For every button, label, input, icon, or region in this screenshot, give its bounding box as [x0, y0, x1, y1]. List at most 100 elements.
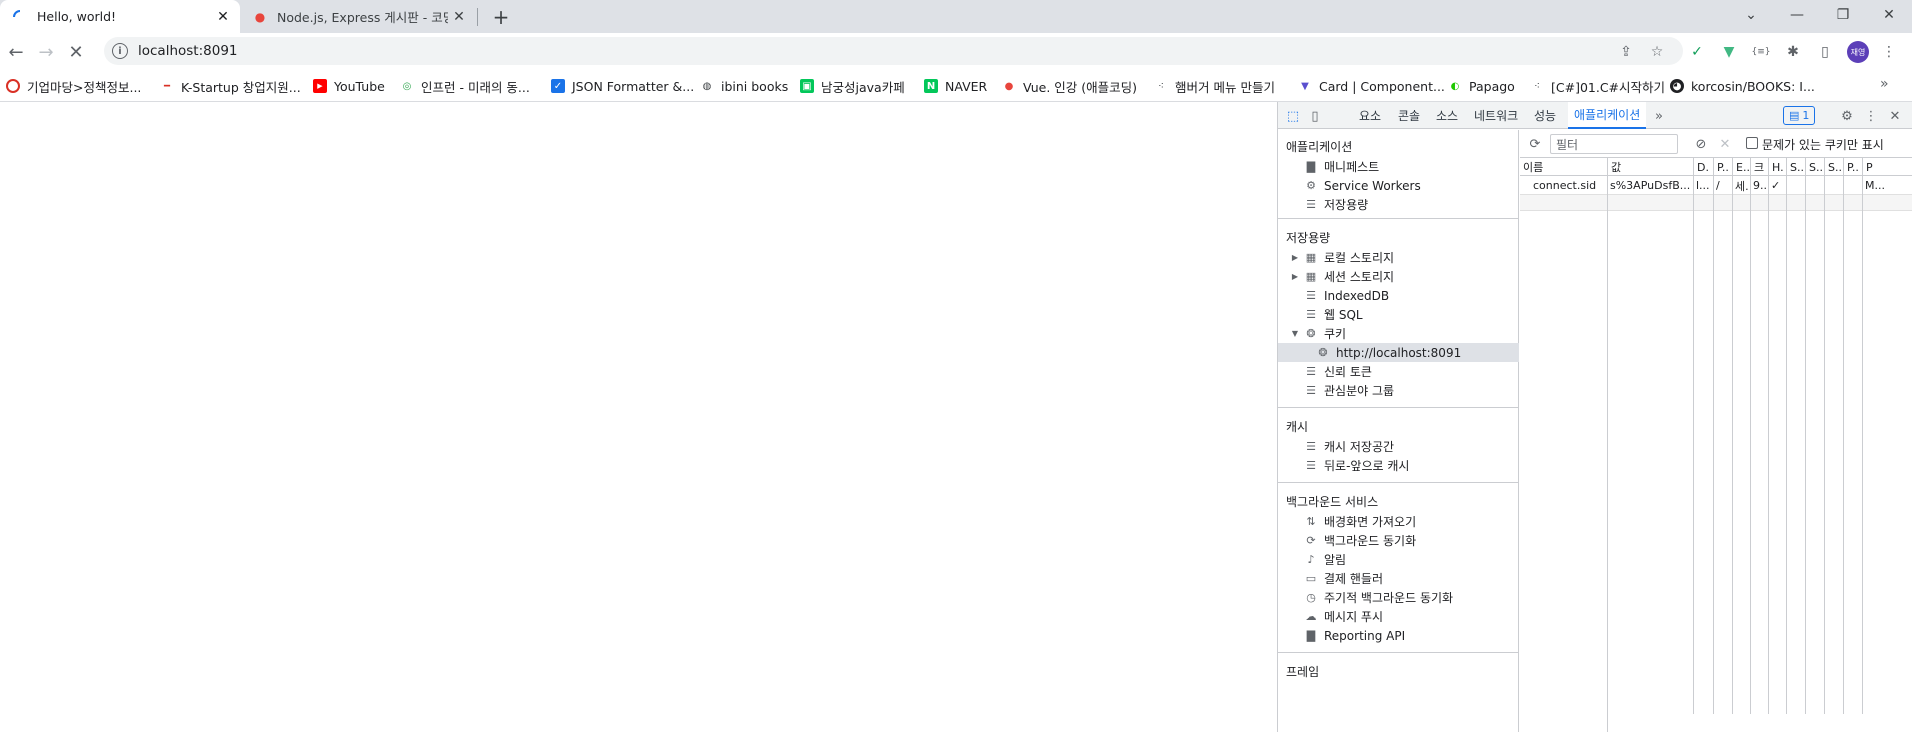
table-row[interactable]: connect.sid s%3APuDsfB... l... / 세. 9...… [1520, 176, 1912, 195]
sidebar-item-periodic-sync[interactable]: ◷ 주기적 백그라운드 동기화 [1278, 588, 1519, 607]
refresh-icon[interactable]: ⟳ [1526, 135, 1544, 153]
column-header[interactable]: 이름 [1520, 158, 1607, 176]
devtools-tab-network[interactable]: 네트워크 [1474, 102, 1518, 129]
devtools-menu-icon[interactable]: ⋮ [1862, 107, 1880, 125]
database-icon: ☰ [1306, 198, 1316, 211]
divider [1278, 218, 1519, 219]
column-divider [1693, 158, 1694, 714]
column-header[interactable]: P [1862, 158, 1912, 176]
close-devtools-icon[interactable]: ✕ [1886, 107, 1904, 125]
bookmark-star-icon[interactable]: ☆ [1646, 41, 1668, 63]
column-header[interactable]: H. [1768, 158, 1786, 176]
bookmark-item[interactable]: N NAVER [924, 76, 987, 96]
column-header[interactable]: S.. [1805, 158, 1824, 176]
more-tabs-chevron-icon[interactable]: » [1650, 107, 1668, 125]
minimize-button[interactable]: — [1774, 0, 1820, 30]
extension-vuetify-icon[interactable]: ✓ [1686, 41, 1708, 63]
sidebar-item-background-sync[interactable]: ⟳ 백그라운드 동기화 [1278, 531, 1519, 550]
share-icon[interactable]: ⇪ [1615, 41, 1637, 63]
expand-arrow-icon[interactable]: ▶ [1290, 253, 1300, 262]
extensions-puzzle-icon[interactable]: ✱ [1782, 41, 1804, 63]
devtools-tab-performance[interactable]: 성능 [1534, 102, 1556, 129]
window-close-button[interactable]: ✕ [1866, 0, 1912, 30]
new-tab-button[interactable]: + [488, 4, 514, 30]
bookmark-item[interactable]: ● Vue. 인강 (애플코딩) [1002, 76, 1137, 96]
sidebar-item-bfcache[interactable]: ☰ 뒤로-앞으로 캐시 [1278, 456, 1519, 475]
sidebar-item-interest-groups[interactable]: ☰ 관심분야 그룹 [1278, 381, 1519, 400]
collapse-arrow-icon[interactable]: ▼ [1290, 329, 1300, 338]
column-header[interactable]: D. [1693, 158, 1713, 176]
bookmark-item[interactable]: ▼ Card | Component... [1298, 76, 1445, 96]
sidebar-item-trust-tokens[interactable]: ☰ 신뢰 토큰 [1278, 362, 1519, 381]
column-header[interactable]: S.. [1786, 158, 1805, 176]
inspect-element-icon[interactable]: ⬚ [1284, 107, 1302, 125]
close-tab-icon[interactable]: ✕ [212, 6, 234, 28]
tab-search-chevron-icon[interactable]: ⌄ [1728, 0, 1774, 30]
bookmarks-overflow-icon[interactable]: » [1880, 76, 1889, 92]
sidebar-item-service-workers[interactable]: ⚙ Service Workers [1278, 176, 1519, 195]
bookmark-item[interactable]: ⁖ [C#]01.C#시작하기 [1530, 76, 1665, 96]
cookie-filter-input[interactable]: 필터 [1550, 134, 1678, 154]
tab-nodejs-express[interactable]: ● Node.js, Express 게시판 - 코딩애플 ✕ [240, 0, 476, 33]
forward-button[interactable]: → [32, 38, 60, 66]
sidebar-item-cookies[interactable]: ▼ ❂ 쿠키 [1278, 324, 1519, 343]
sidebar-item-session-storage[interactable]: ▶ ▦ 세션 스토리지 [1278, 267, 1519, 286]
settings-gear-icon[interactable]: ⚙ [1838, 107, 1856, 125]
address-bar[interactable]: i localhost:8091 [104, 37, 1683, 65]
restore-button[interactable]: ❐ [1820, 0, 1866, 30]
sidebar-item-indexeddb[interactable]: ☰ IndexedDB [1278, 286, 1519, 305]
sidebar-item-cookie-origin[interactable]: ❂ http://localhost:8091 [1278, 343, 1519, 362]
column-header[interactable]: E.. [1732, 158, 1750, 176]
tab-hello-world[interactable]: Hello, world! ✕ [0, 0, 240, 33]
bookmark-item[interactable]: ◎ 인프런 - 미래의 동... [400, 76, 530, 96]
side-panel-icon[interactable]: ▯ [1814, 41, 1836, 63]
bookmark-item[interactable]: ◕ korcosin/BOOKS: I... [1670, 76, 1815, 96]
extension-vue-devtools-icon[interactable]: ▼ [1718, 41, 1740, 63]
sidebar-item-web-sql[interactable]: ☰ 웹 SQL [1278, 305, 1519, 324]
cookie-icon: ❂ [1318, 346, 1328, 359]
sidebar-item-local-storage[interactable]: ▶ ▦ 로컬 스토리지 [1278, 248, 1519, 267]
section-title-frames: 프레임 [1286, 665, 1320, 679]
sidebar-item-push-messaging[interactable]: ☁ 메시지 푸시 [1278, 607, 1519, 626]
column-header[interactable]: 크 [1750, 158, 1768, 176]
column-header[interactable]: P.. [1713, 158, 1732, 176]
stop-loading-button[interactable]: ✕ [62, 38, 90, 66]
device-toolbar-icon[interactable]: ▯ [1306, 107, 1324, 125]
bookmark-item[interactable]: ⁖ 햄버거 메뉴 만들기 [1154, 76, 1275, 96]
bookmark-item[interactable]: ▣ 남궁성java카페 [800, 76, 905, 96]
column-divider [1607, 176, 1608, 732]
database-icon: ☰ [1306, 440, 1316, 453]
cookie-httponly: ✓ [1771, 179, 1781, 192]
devtools-tab-console[interactable]: 콘솔 [1398, 102, 1420, 129]
devtools-tab-elements[interactable]: 요소 [1359, 102, 1381, 129]
sidebar-item-storage[interactable]: ☰ 저장용량 [1278, 195, 1519, 214]
devtools-tab-application[interactable]: 애플리케이션 [1568, 102, 1647, 129]
close-tab-icon[interactable]: ✕ [448, 6, 470, 28]
site-info-icon[interactable]: i [112, 43, 128, 59]
extension-json-icon[interactable]: {≡} [1750, 41, 1772, 63]
sidebar-item-reporting-api[interactable]: ▇ Reporting API [1278, 626, 1519, 645]
sidebar-item-cache-storage[interactable]: ☰ 캐시 저장공간 [1278, 437, 1519, 456]
issues-badge[interactable]: ▤ 1 [1783, 106, 1816, 125]
clear-filtered-icon[interactable]: ⊘ [1692, 135, 1710, 153]
bookmark-item[interactable]: ◐ Papago [1448, 76, 1515, 96]
only-issues-checkbox[interactable] [1746, 137, 1758, 149]
delete-selected-icon[interactable]: ✕ [1716, 135, 1734, 153]
bookmark-item[interactable]: ▶ YouTube [313, 76, 385, 96]
column-header[interactable]: P.. [1843, 158, 1862, 176]
sidebar-item-manifest[interactable]: ▇ 매니페스트 [1278, 157, 1519, 176]
sidebar-item-background-fetch[interactable]: ⇅ 배경화면 가져오기 [1278, 512, 1519, 531]
bookmark-item[interactable]: ✓ JSON Formatter &... [551, 76, 694, 96]
back-button[interactable]: ← [2, 38, 30, 66]
sidebar-item-payment-handler[interactable]: ▭ 결제 핸들러 [1278, 569, 1519, 588]
devtools-tab-sources[interactable]: 소스 [1436, 102, 1458, 129]
bookmark-item[interactable]: 기업마당>정책정보... [6, 76, 141, 96]
bookmark-item[interactable]: ━ K-Startup 창업지원... [160, 76, 301, 96]
expand-arrow-icon[interactable]: ▶ [1290, 272, 1300, 281]
bookmark-item[interactable]: ◍ ibini books [700, 76, 789, 96]
sidebar-item-notifications[interactable]: ♪ 알림 [1278, 550, 1519, 569]
column-header[interactable]: S.. [1824, 158, 1843, 176]
more-menu-icon[interactable]: ⋮ [1878, 41, 1900, 63]
profile-avatar[interactable]: 재영 [1847, 41, 1869, 63]
column-header[interactable]: 값 [1607, 158, 1693, 176]
